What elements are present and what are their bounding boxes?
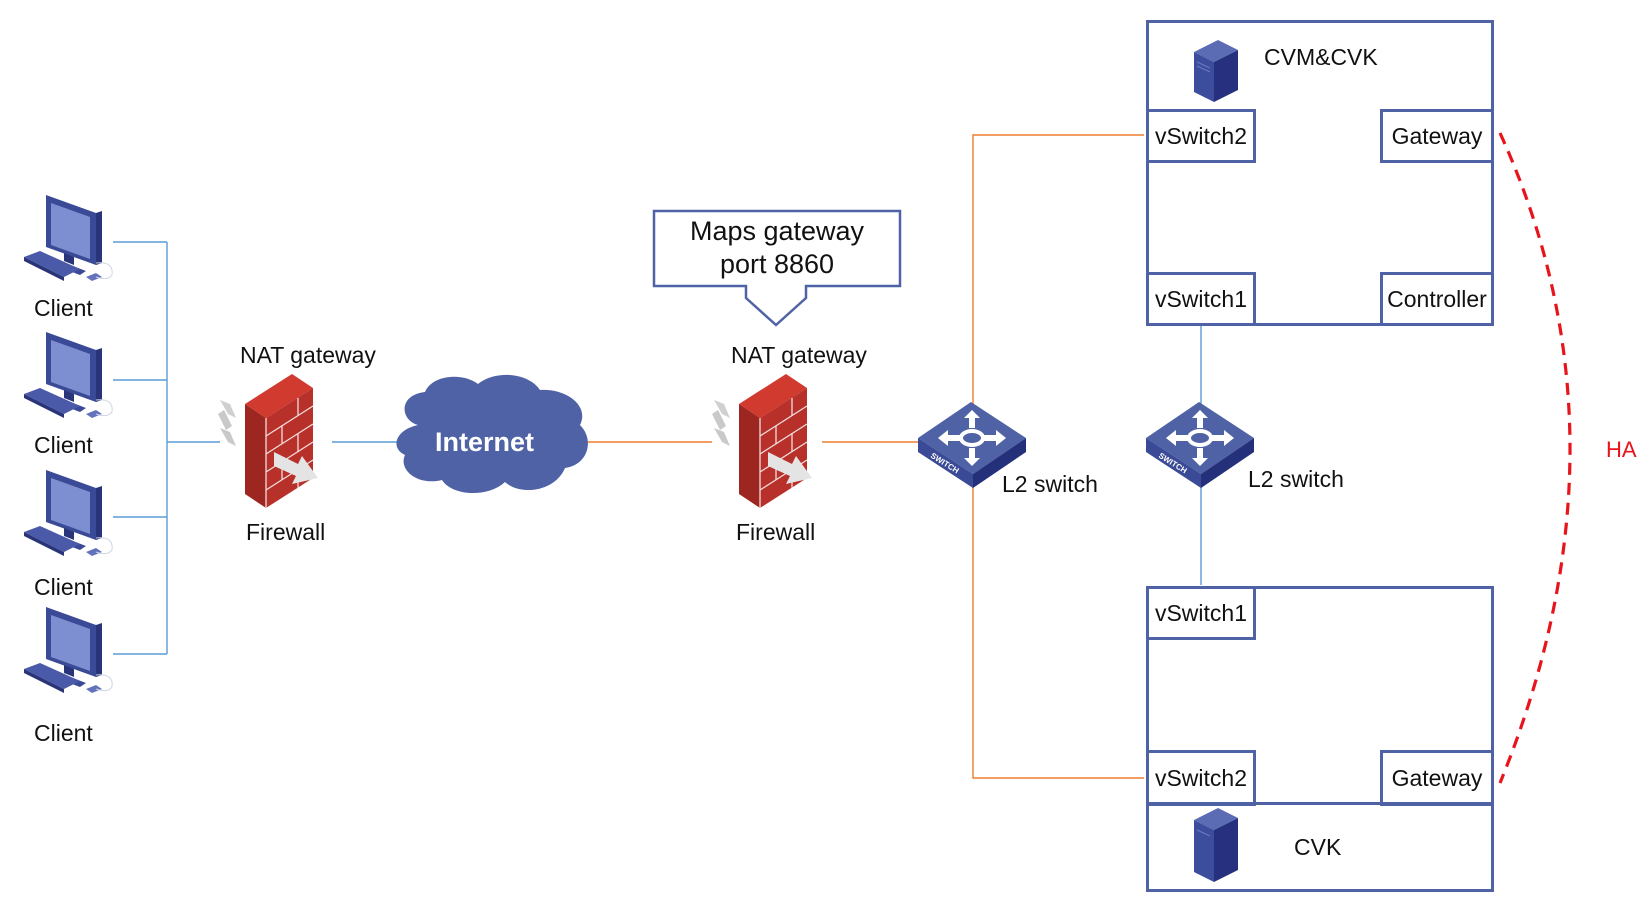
controller-cell: Controller [1380, 272, 1494, 326]
ha-label: HA [1606, 437, 1637, 462]
callout-text: Maps gateway port 8860 [654, 215, 900, 281]
firewall-icon [712, 374, 812, 508]
client-label: Client [34, 720, 93, 746]
client-label: Client [34, 574, 93, 600]
firewall-label: Firewall [246, 519, 326, 545]
ha-link [1498, 132, 1572, 784]
nat-gateway-label: NAT gateway [731, 342, 867, 368]
network-diagram: SWITCH SWITCH Client Client Client Clien… [0, 0, 1648, 912]
vswitch1-cell: vSwitch1 [1146, 272, 1256, 326]
server-icon [1194, 40, 1238, 102]
firewall-label: Firewall [736, 519, 816, 545]
gateway-cell: Gateway [1380, 109, 1494, 163]
internet-label: Internet [435, 427, 535, 457]
callout-line1: Maps gateway [689, 216, 865, 246]
desktop-computer-icon [24, 195, 113, 281]
l2-switch-label: L2 switch [1002, 471, 1098, 497]
desktop-computer-icon [24, 332, 113, 418]
desktop-computer-icon [24, 607, 113, 693]
host-title: CVK [1294, 834, 1342, 860]
link-switch-bottom-vswitch2 [972, 480, 1144, 779]
l2-switch-label: L2 switch [1248, 466, 1344, 492]
host-title: CVM&CVK [1264, 44, 1378, 70]
client-label: Client [34, 295, 93, 321]
vswitch2-cell: vSwitch2 [1146, 109, 1256, 163]
host-cvk-divider [1146, 802, 1494, 805]
desktop-computer-icon [24, 470, 113, 556]
nat-gateway-label: NAT gateway [240, 342, 376, 368]
callout-line2: port 8860 [719, 249, 835, 279]
switch-icon: SWITCH [1146, 402, 1254, 488]
link-switch-top-vswitch2 [972, 134, 1144, 415]
server-icon [1194, 808, 1238, 882]
firewall-icon [218, 374, 318, 508]
client-label: Client [34, 432, 93, 458]
vswitch1-cell: vSwitch1 [1146, 586, 1256, 640]
vswitch2-cell: vSwitch2 [1146, 750, 1256, 806]
gateway-cell: Gateway [1380, 750, 1494, 806]
